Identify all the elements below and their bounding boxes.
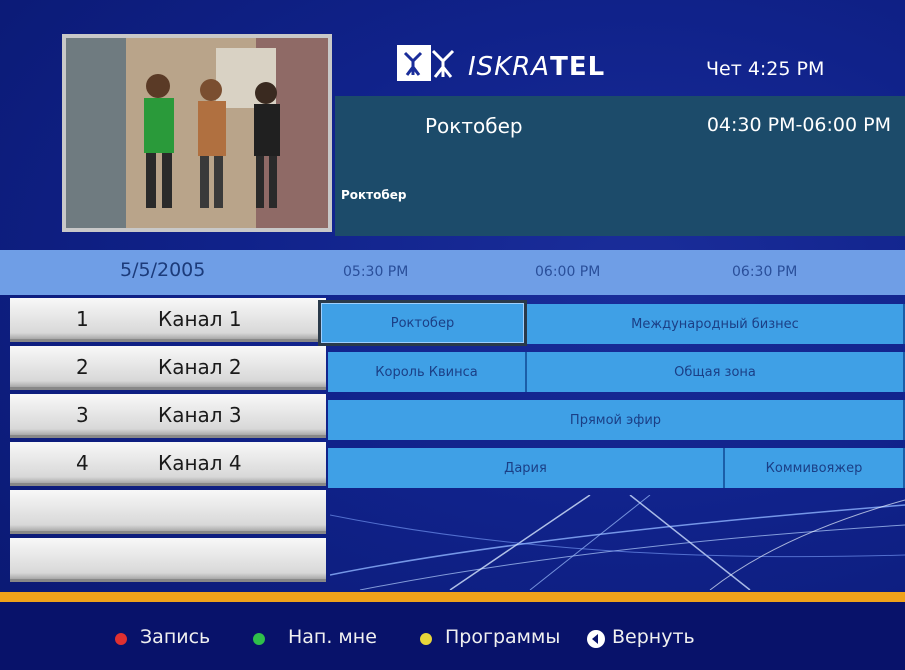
channel-number: 1 [76,307,89,331]
remind-label: Нап. мне [288,626,377,648]
program-time: 04:30 PM-06:00 PM [706,114,891,136]
channel-name: Канал 2 [158,355,242,379]
record-label: Запись [140,626,211,648]
time-tick: 06:00 PM [535,264,601,280]
program-cell[interactable]: Общая зона [527,352,905,392]
program-cell-selected[interactable]: Роктобер [318,300,527,346]
program-description: Роктобер [341,188,407,202]
back-arrow-icon [587,630,605,648]
channel-number: 2 [76,355,89,379]
red-button-icon [115,633,127,645]
footer-divider [0,592,905,602]
channel-number: 3 [76,403,89,427]
program-cell[interactable]: Международный бизнес [527,304,905,344]
program-cell[interactable]: Прямой эфир [328,400,905,440]
time-tick: 05:30 PM [343,264,409,280]
programs-label: Программы [445,626,561,648]
time-tick: 06:30 PM [732,264,798,280]
iskratel-logo-icon [397,45,455,81]
yellow-button-icon [420,633,432,645]
video-frame-image [66,38,328,228]
clock: Чет 4:25 PM [706,58,825,80]
channel-row-2[interactable]: 2 Канал 2 [10,346,326,390]
program-cell[interactable]: Король Квинса [328,352,527,392]
channel-number: 4 [76,451,89,475]
epg-screen: ISKRATEL Чет 4:25 PM Роктобер 04:30 PM-0… [0,0,905,670]
channel-row-1[interactable]: 1 Канал 1 [10,298,326,342]
channel-name: Канал 1 [158,307,242,331]
channel-row-3[interactable]: 3 Канал 3 [10,394,326,438]
channel-name: Канал 4 [158,451,242,475]
channel-row-empty [10,538,326,582]
channel-row-empty [10,490,326,534]
program-cell[interactable]: Коммивояжер [725,448,905,488]
program-title: Роктобер [425,114,523,138]
guide-date: 5/5/2005 [120,259,206,281]
channel-row-4[interactable]: 4 Канал 4 [10,442,326,486]
channel-name: Канал 3 [158,403,242,427]
program-info-panel: Роктобер 04:30 PM-06:00 PM Роктобер [335,96,905,236]
footer-legend: Запись Нап. мне Программы Вернуть [0,602,905,670]
timeline-bar: 5/5/2005 05:30 PM 06:00 PM 06:30 PM [0,250,905,295]
video-preview[interactable] [62,34,332,232]
brand-name: ISKRATEL [468,52,606,82]
decorative-background [330,495,905,590]
program-cell[interactable]: Дария [328,448,725,488]
back-label: Вернуть [612,626,695,648]
green-button-icon [253,633,265,645]
